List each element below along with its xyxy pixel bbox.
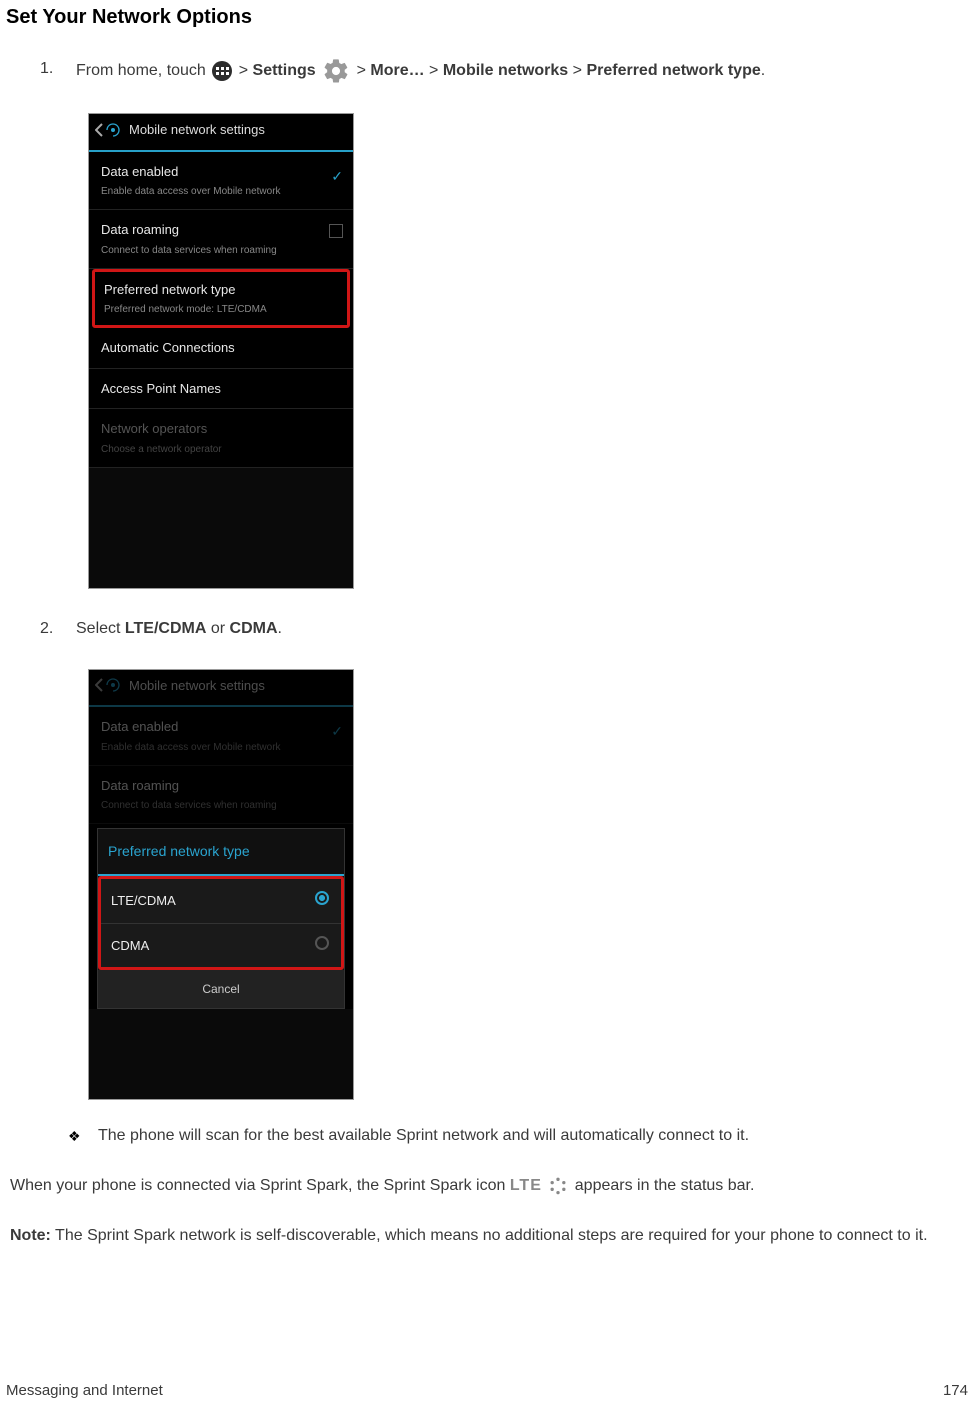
dot: .	[761, 62, 765, 79]
screenshot-blank	[89, 468, 353, 588]
or: or	[206, 620, 229, 637]
row-auto: Automatic Connections	[89, 328, 353, 369]
spark-paragraph: When your phone is connected via Sprint …	[6, 1174, 968, 1198]
note-paragraph: Note: The Sprint Spark network is self-d…	[6, 1224, 968, 1248]
radio-label: CDMA	[111, 938, 149, 953]
screenshot1-title: Mobile network settings	[129, 120, 265, 140]
step-1: 1. From home, touch > Settings > More… >…	[6, 57, 968, 85]
dot2: .	[278, 620, 282, 637]
step2-text: Select LTE/CDMA or CDMA.	[76, 620, 282, 637]
note-label: Note:	[10, 1227, 51, 1244]
row-title: Preferred network type	[104, 280, 338, 300]
screenshot2-header: Mobile network settings	[89, 670, 353, 708]
content-body: 1. From home, touch > Settings > More… >…	[0, 57, 974, 1248]
opt-a: LTE/CDMA	[125, 620, 206, 637]
row-title: Network operators	[101, 419, 341, 439]
footer-section: Messaging and Internet	[6, 1382, 163, 1399]
note-body: The Sprint Spark network is self-discove…	[51, 1227, 928, 1244]
screenshot-2: Mobile network settings Data enabled Ena…	[88, 669, 354, 1101]
row-preferred-highlighted: Preferred network type Preferred network…	[92, 269, 350, 329]
row-title: Data roaming	[101, 220, 341, 240]
radio-cdma: CDMA	[101, 923, 341, 968]
bullet-scan: ❖ The phone will scan for the best avail…	[6, 1124, 968, 1148]
screenshot-1: Mobile network settings Data enabled Ena…	[88, 113, 354, 589]
row-sub: Enable data access over Mobile network	[101, 740, 341, 755]
row-apn: Access Point Names	[89, 369, 353, 410]
row-data-enabled-dim: Data enabled Enable data access over Mob…	[89, 707, 353, 766]
dialog-preferred-network: Preferred network type LTE/CDMA CDMA Can…	[97, 828, 345, 1009]
spark-icon	[548, 1174, 568, 1198]
lte-icon: LTE	[510, 1177, 542, 1194]
row-title: Access Point Names	[101, 379, 341, 399]
step-2: 2. Select LTE/CDMA or CDMA.	[6, 617, 968, 641]
mobile-label: Mobile networks	[443, 62, 568, 79]
row-sub: Connect to data services when roaming	[101, 243, 341, 258]
radio-on-icon	[315, 891, 329, 905]
row-sub: Connect to data services when roaming	[101, 798, 341, 813]
pref-label: Preferred network type	[586, 62, 760, 79]
back-icon	[95, 122, 121, 138]
gear-icon	[322, 57, 350, 85]
row-title: Data enabled	[101, 162, 341, 182]
row-sub: Choose a network operator	[101, 442, 341, 457]
footer-page-number: 174	[943, 1382, 968, 1399]
step2-pre: Select	[76, 620, 125, 637]
check-icon: ✓	[331, 721, 343, 742]
page-heading: Set Your Network Options	[0, 0, 974, 29]
row-sub: Enable data access over Mobile network	[101, 184, 341, 199]
para-pre: When your phone is connected via Sprint …	[10, 1177, 510, 1194]
radio-label: LTE/CDMA	[111, 893, 176, 908]
row-title: Automatic Connections	[101, 338, 341, 358]
row-sub: Preferred network mode: LTE/CDMA	[104, 302, 338, 317]
row-data-enabled: Data enabled Enable data access over Mob…	[89, 152, 353, 211]
opt-b: CDMA	[230, 620, 278, 637]
bullet-text: The phone will scan for the best availab…	[98, 1127, 749, 1144]
screenshot2-title: Mobile network settings	[129, 676, 265, 696]
checkbox-icon	[329, 224, 343, 238]
row-network-operators: Network operators Choose a network opera…	[89, 409, 353, 468]
more-label: More…	[370, 62, 424, 79]
step-number: 1.	[40, 57, 53, 81]
dialog-title: Preferred network type	[98, 829, 344, 876]
gt2: >	[357, 62, 371, 79]
step1-text: From home, touch > Settings > More… > Mo…	[76, 62, 765, 79]
cancel-button: Cancel	[98, 970, 344, 1008]
apps-icon	[212, 61, 232, 81]
gt1: >	[239, 62, 253, 79]
para-post: appears in the status bar.	[575, 1177, 755, 1194]
radio-off-icon	[315, 936, 329, 950]
radio-highlighted-box: LTE/CDMA CDMA	[98, 876, 344, 970]
row-title: Data enabled	[101, 717, 341, 737]
step-number: 2.	[40, 617, 53, 641]
row-data-roaming-dim: Data roaming Connect to data services wh…	[89, 766, 353, 825]
gt4: >	[573, 62, 587, 79]
step1-pre: From home, touch	[76, 62, 210, 79]
radio-lte-cdma: LTE/CDMA	[101, 879, 341, 923]
row-title: Data roaming	[101, 776, 341, 796]
row-data-roaming: Data roaming Connect to data services wh…	[89, 210, 353, 269]
diamond-bullet-icon: ❖	[68, 1126, 81, 1147]
screenshot1-header: Mobile network settings	[89, 114, 353, 152]
back-icon	[95, 677, 121, 693]
page-footer: Messaging and Internet 174	[6, 1382, 968, 1399]
screenshot-blank	[89, 1009, 353, 1099]
check-icon: ✓	[331, 166, 343, 187]
settings-label: Settings	[253, 62, 316, 79]
gt3: >	[429, 62, 443, 79]
